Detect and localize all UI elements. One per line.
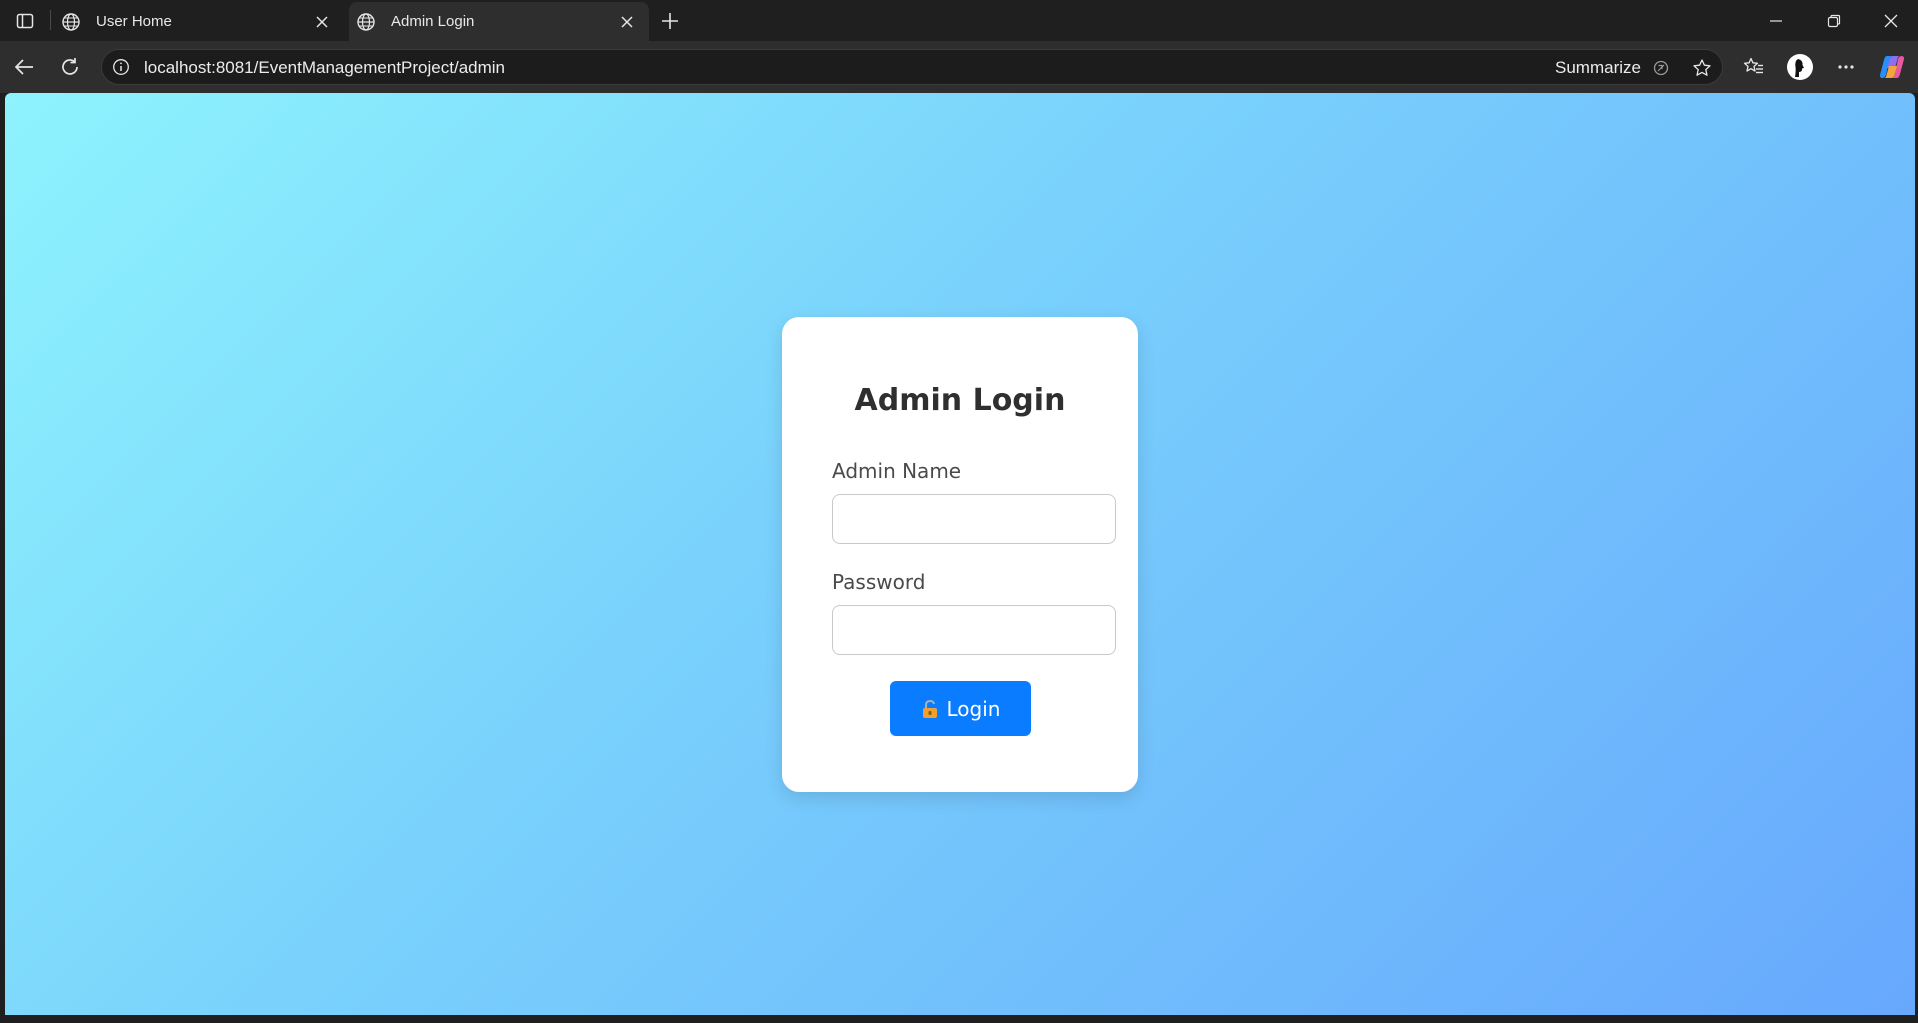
more-icon bbox=[1838, 65, 1854, 69]
back-button[interactable] bbox=[8, 51, 40, 83]
minimize-button[interactable] bbox=[1747, 0, 1805, 41]
password-input[interactable] bbox=[832, 605, 1116, 655]
login-card: Admin Login Admin Name Password Login bbox=[782, 317, 1138, 792]
url-text[interactable]: localhost:8081/EventManagementProject/ad… bbox=[144, 58, 505, 78]
sidebar-panel-icon bbox=[16, 13, 34, 29]
copilot-button[interactable] bbox=[1876, 51, 1908, 83]
restore-icon bbox=[1827, 14, 1841, 27]
new-tab-button[interactable] bbox=[655, 6, 685, 36]
admin-name-input[interactable] bbox=[832, 494, 1116, 544]
star-icon[interactable] bbox=[1690, 56, 1714, 80]
restore-button[interactable] bbox=[1805, 0, 1863, 41]
arrow-left-icon bbox=[14, 59, 33, 75]
page-viewport: Admin Login Admin Name Password Login bbox=[5, 93, 1915, 1015]
admin-name-label: Admin Name bbox=[832, 459, 962, 483]
copilot-icon bbox=[1880, 56, 1904, 78]
copilot-summarize-icon[interactable] bbox=[1650, 57, 1672, 79]
globe-icon bbox=[60, 11, 82, 33]
minimize-icon bbox=[1770, 19, 1782, 22]
window-bottom-edge bbox=[0, 1015, 1918, 1023]
globe-icon bbox=[355, 11, 377, 33]
tab-divider bbox=[50, 10, 51, 30]
more-options-button[interactable] bbox=[1830, 51, 1862, 83]
summarize-button[interactable]: Summarize bbox=[1555, 58, 1641, 78]
favorites-button[interactable] bbox=[1738, 51, 1770, 83]
tab-title: Admin Login bbox=[391, 13, 475, 30]
avatar bbox=[1787, 54, 1813, 80]
tab-actions-button[interactable] bbox=[10, 8, 40, 34]
login-button-label: Login bbox=[946, 696, 1001, 721]
tab-strip: User Home Admin Login bbox=[0, 0, 1918, 41]
refresh-icon bbox=[62, 58, 78, 75]
close-icon bbox=[1884, 14, 1898, 27]
address-bar[interactable]: localhost:8081/EventManagementProject/ad… bbox=[101, 49, 1723, 85]
browser-toolbar: localhost:8081/EventManagementProject/ad… bbox=[0, 41, 1918, 93]
favorites-icon bbox=[1743, 57, 1763, 74]
tab-admin-login[interactable]: Admin Login bbox=[349, 2, 649, 41]
info-icon[interactable] bbox=[110, 56, 132, 78]
reload-button[interactable] bbox=[54, 51, 86, 83]
page-title: Admin Login bbox=[854, 383, 1066, 418]
tab-title: User Home bbox=[96, 13, 172, 30]
window-close-button[interactable] bbox=[1862, 0, 1918, 41]
profile-button[interactable] bbox=[1784, 51, 1816, 83]
login-button[interactable]: Login bbox=[890, 681, 1031, 736]
password-label: Password bbox=[832, 570, 926, 594]
tab-user-home[interactable]: User Home bbox=[54, 2, 344, 41]
close-icon[interactable] bbox=[615, 10, 639, 34]
plus-icon bbox=[662, 13, 678, 29]
unlock-icon bbox=[921, 699, 939, 719]
close-icon[interactable] bbox=[310, 10, 334, 34]
